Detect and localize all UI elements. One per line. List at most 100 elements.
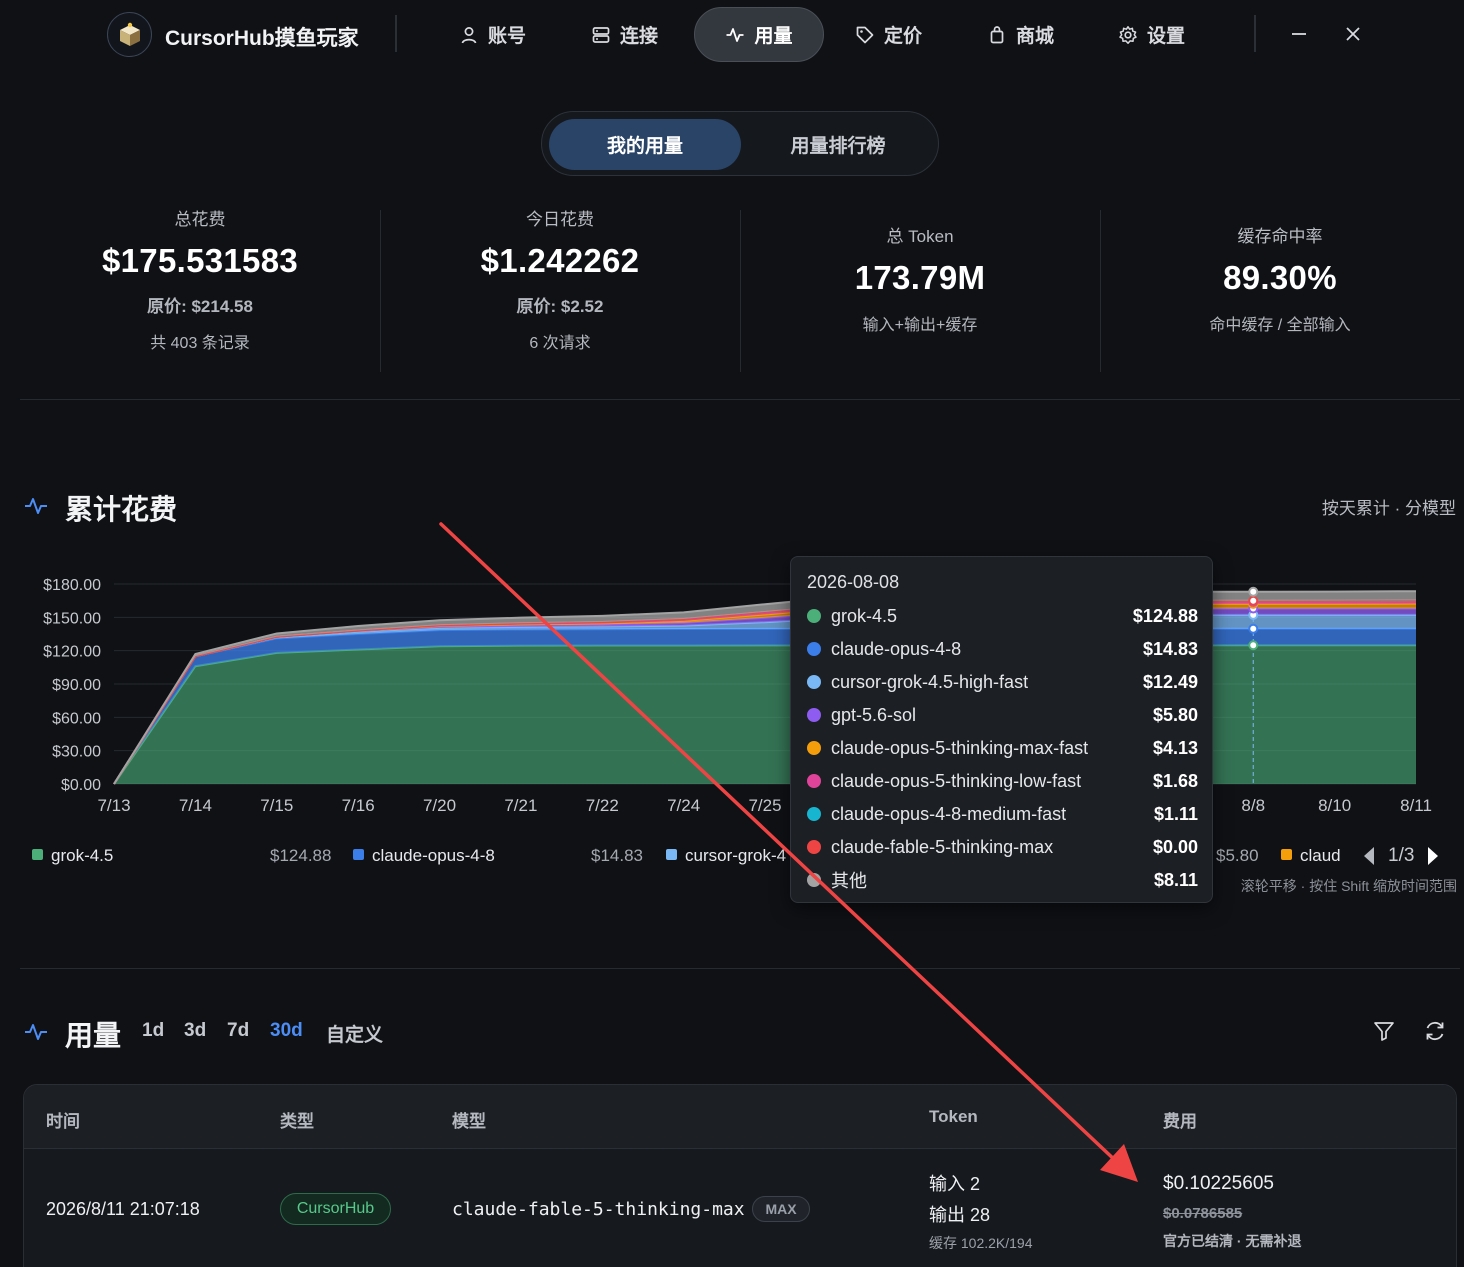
max-badge: MAX [752,1196,810,1222]
server-icon [592,26,610,43]
legend-pager: 1/3 [1362,845,1440,867]
nav-account[interactable]: 账号 [459,7,526,62]
stat-total-cost: 总花费 $175.531583 原价: $214.58 共 403 条记录 [20,205,380,375]
legend-item[interactable]: claude-opus-4-8 [353,846,495,872]
stat-request-count: 6 次请求 [529,335,591,352]
activity-icon [25,1024,47,1040]
refresh-icon[interactable] [1423,1019,1447,1043]
legend-swatch [353,849,364,860]
legend-item[interactable]: grok-4.5 [32,846,113,872]
x-tick-label: 7/24 [667,796,700,815]
row-model: claude-fable-5-thinking-max [452,1199,745,1220]
stat-note: 命中缓存 / 全部输入 [1209,317,1351,334]
stat-value: $175.531583 [102,242,298,279]
y-tick-label: $30.00 [52,744,101,761]
cumulative-cost-chart[interactable]: $0.00 $30.00 $60.00 $90.00 $120.00 $150.00 $18… [0,560,1464,820]
stat-note: 输入+输出+缓存 [862,317,978,334]
stat-original-price: 原价: $214.58 [147,297,253,316]
series-dot [807,675,821,689]
chevron-left-icon[interactable] [1362,845,1376,867]
nav-settings[interactable]: 设置 [1118,7,1185,62]
tooltip-row: claude-fable-5-thinking-max $0.00 [807,832,1198,862]
tooltip-row: claude-opus-5-thinking-max-fast $4.13 [807,733,1198,763]
activity-icon [726,27,744,42]
range-3d[interactable]: 3d [184,1020,206,1042]
filter-icon[interactable] [1373,1020,1395,1042]
range-1d[interactable]: 1d [142,1020,164,1042]
legend-item[interactable]: claud [1281,846,1341,872]
series-area [114,645,1416,784]
legend-value: $124.88 [270,846,332,865]
y-tick-label: $60.00 [52,710,101,727]
token-output: 输出 28 [929,1205,991,1225]
col-type: 类型 [280,1112,314,1131]
range-30d[interactable]: 30d [270,1020,303,1042]
bag-icon [990,25,1004,43]
row-cost: $0.10225605 [1163,1173,1274,1194]
nav-store-label: 商城 [1016,26,1055,47]
nav-divider [1254,15,1256,52]
legend-swatch [1281,849,1292,860]
stat-label: 缓存命中率 [1237,227,1323,246]
nav-connection-label: 连接 [620,26,659,47]
series-value: $5.80 [1152,704,1198,725]
nav-connection[interactable]: 连接 [591,7,658,62]
type-badge: CursorHub [280,1193,391,1225]
series-dot [807,741,821,755]
top-nav-bar: CursorHub摸鱼玩家 账号 连接 用量 定价 商城 设置 [0,0,1464,70]
series-dot [807,807,821,821]
col-model: 模型 [452,1112,486,1131]
legend-name: grok-4.5 [51,846,114,865]
minimize-button[interactable] [1285,20,1313,48]
row-time: 2026/8/11 21:07:18 [46,1199,200,1219]
app-title: CursorHub摸鱼玩家 [165,27,359,50]
range-7d[interactable]: 7d [227,1020,249,1042]
nav-settings-label: 设置 [1147,26,1186,47]
hover-point [1248,640,1259,651]
hover-point [1248,586,1259,597]
series-value: $1.68 [1152,770,1198,791]
series-value: $14.83 [1142,638,1198,659]
tab-my-usage[interactable]: 我的用量 [549,119,741,170]
nav-usage[interactable]: 用量 [694,7,824,62]
stat-record-count: 共 403 条记录 [150,335,250,352]
tab-usage-ranking[interactable]: 用量排行榜 [744,119,932,170]
minimize-icon [1292,33,1306,35]
tooltip-row: claude-opus-4-8 $14.83 [807,634,1198,664]
nav-store[interactable]: 商城 [987,7,1054,62]
series-dot [807,708,821,722]
close-button[interactable] [1339,20,1367,48]
hover-point [1248,595,1259,606]
chart-mode-label: 按天累计 · 分模型 [1321,499,1456,518]
series-value: $1.11 [1153,803,1198,824]
x-tick-label: 7/22 [586,796,619,815]
nav-usage-label: 用量 [754,26,793,47]
chevron-right-icon[interactable] [1426,845,1440,867]
series-name: cursor-grok-4.5-high-fast [831,671,1029,692]
tag-icon [856,26,874,43]
tooltip-row: 其他 $8.11 [807,865,1198,895]
nav-divider [395,15,397,52]
tooltip-date: 2026-08-08 [807,572,900,592]
nav-pricing[interactable]: 定价 [855,7,922,62]
legend-item[interactable]: cursor-grok-4 [666,846,786,872]
chart-title: 累计花费 [65,494,178,525]
chart-tooltip: 2026-08-08 grok-4.5 $124.88 claude-opus-4-… [790,556,1213,903]
token-input: 输入 2 [929,1174,981,1194]
x-tick-label: 8/11 [1400,796,1432,815]
legend-name: claud [1300,846,1341,865]
tooltip-row: claude-opus-5-thinking-low-fast $1.68 [807,766,1198,796]
tooltip-row: claude-opus-4-8-medium-fast $1.11 [807,799,1198,829]
tooltip-row: grok-4.5 $124.88 [807,601,1198,631]
section-divider [20,399,1460,400]
hover-point [1248,623,1259,634]
cube-icon [119,22,140,46]
range-custom[interactable]: 自定义 [326,1020,383,1047]
stat-value: 173.79M [854,259,986,296]
series-value: $12.49 [1142,671,1198,692]
x-tick-label: 7/20 [423,796,456,815]
user-icon [461,26,477,43]
legend-name: claude-opus-4-8 [372,846,495,865]
token-cache: 缓存 102.2K/194 [929,1235,1033,1251]
x-tick-label: 7/21 [504,796,537,815]
